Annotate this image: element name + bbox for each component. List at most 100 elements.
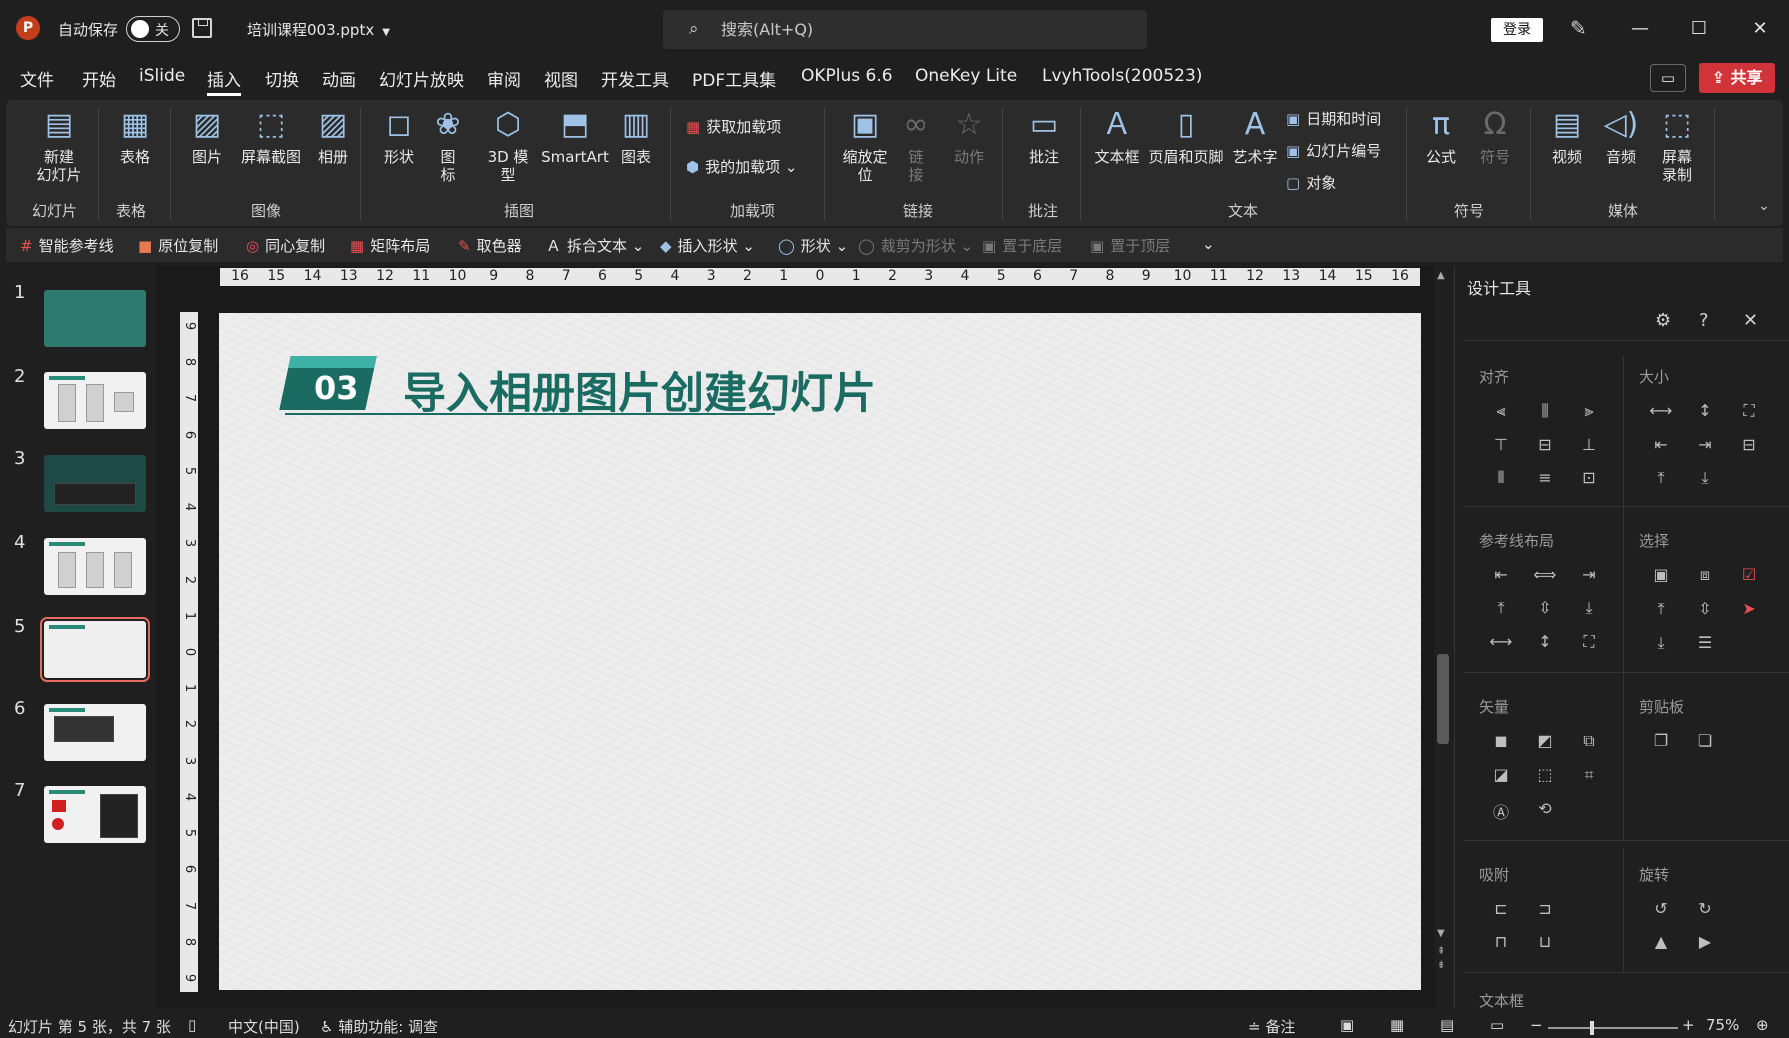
symbol-button[interactable]: Ω 符号 bbox=[1470, 106, 1520, 166]
shape-quick-button[interactable]: ◯ 形状 ⌄ bbox=[778, 235, 848, 256]
select-same-icon[interactable]: ⧈ bbox=[1683, 565, 1727, 585]
get-addins-button[interactable]: ▦ 获取加载项 bbox=[686, 116, 781, 137]
slide-scrollbar[interactable]: ▲ ▼ ⇞ ⇟ bbox=[1434, 266, 1452, 971]
notes-button[interactable]: ≐ 备注 bbox=[1248, 1016, 1295, 1037]
guide-left-icon[interactable]: ⇤ bbox=[1479, 565, 1523, 584]
slide-title[interactable]: 导入相册图片创建幻灯片 bbox=[403, 359, 876, 421]
smartart-button[interactable]: ⬒ SmartArt bbox=[540, 106, 610, 166]
copy-format-icon[interactable]: ❐ bbox=[1639, 731, 1683, 750]
concentric-copy-button[interactable]: ◎ 同心复制 bbox=[246, 235, 325, 256]
snap-bottom-icon[interactable]: ⊔ bbox=[1523, 932, 1567, 951]
login-button[interactable]: 登录 bbox=[1491, 18, 1543, 42]
file-name-dropdown[interactable]: 培训课程003.pptx ▼ bbox=[247, 19, 390, 40]
settings-icon[interactable]: ⚙ bbox=[1655, 310, 1671, 331]
equation-button[interactable]: π 公式 bbox=[1416, 106, 1466, 166]
audio-button[interactable]: ◁) 音频 bbox=[1596, 106, 1646, 166]
text-to-shape-icon[interactable]: Ⓐ bbox=[1479, 799, 1523, 823]
select-bottom-icon[interactable]: ⤓ bbox=[1639, 633, 1683, 653]
align-middle-icon[interactable]: ⊟ bbox=[1523, 435, 1567, 454]
fit-width-icon[interactable]: ⊟ bbox=[1727, 435, 1771, 454]
header-footer-button[interactable]: ▯ 页眉和页脚 bbox=[1146, 106, 1226, 166]
zoom-button[interactable]: ▣ 缩放定 位 bbox=[836, 106, 894, 184]
matrix-layout-button[interactable]: ▦ 矩阵布局 bbox=[350, 235, 430, 256]
slide-thumbnail-2[interactable] bbox=[44, 372, 146, 429]
zoom-slider-thumb[interactable] bbox=[1590, 1021, 1594, 1035]
close-icon[interactable]: ✕ bbox=[1745, 14, 1775, 44]
zoom-slider[interactable] bbox=[1548, 1027, 1678, 1029]
extend-bottom-icon[interactable]: ⤓ bbox=[1683, 468, 1727, 488]
slideshow-view-icon[interactable]: ▭ bbox=[1490, 1016, 1504, 1034]
slide-number-button[interactable]: ▣ 幻灯片编号 bbox=[1286, 140, 1381, 161]
guide-fill-icon[interactable]: ⛶ bbox=[1567, 632, 1611, 652]
menu-home[interactable]: 开始 bbox=[82, 66, 116, 91]
menu-transitions[interactable]: 切换 bbox=[265, 66, 299, 91]
menu-islide[interactable]: iSlide bbox=[139, 66, 185, 86]
date-time-button[interactable]: ▣ 日期和时间 bbox=[1286, 108, 1381, 129]
slide-thumbnail-1[interactable] bbox=[44, 290, 146, 347]
3d-model-button[interactable]: ⬡ 3D 模 型 bbox=[478, 106, 538, 184]
menu-lvyhtools[interactable]: LvyhTools(200523) bbox=[1042, 66, 1202, 86]
snap-right-icon[interactable]: ⊐ bbox=[1523, 899, 1567, 918]
crop-to-shape-button[interactable]: ◯ 裁剪为形状 ⌄ bbox=[858, 235, 973, 256]
chart-button[interactable]: ▥ 图表 bbox=[612, 106, 660, 166]
guide-right-icon[interactable]: ⇥ bbox=[1567, 565, 1611, 584]
same-height-icon[interactable]: ↕ bbox=[1683, 401, 1727, 421]
video-button[interactable]: ▤ 视频 bbox=[1542, 106, 1592, 166]
action-button[interactable]: ☆ 动作 bbox=[946, 106, 992, 166]
ribbon-collapse-icon[interactable]: ⌄ bbox=[1758, 198, 1770, 214]
maximize-icon[interactable]: ☐ bbox=[1684, 14, 1714, 44]
menu-animations[interactable]: 动画 bbox=[322, 66, 356, 91]
picture-button[interactable]: ▨ 图片 bbox=[182, 106, 232, 166]
search-box[interactable]: ⌕ bbox=[663, 10, 1147, 49]
color-picker-button[interactable]: ✎ 取色器 bbox=[458, 235, 522, 256]
paste-format-icon[interactable]: ❏ bbox=[1683, 731, 1727, 750]
help-icon[interactable]: ? bbox=[1699, 310, 1709, 331]
same-size-icon[interactable]: ⛶ bbox=[1727, 401, 1771, 421]
zoom-out-icon[interactable]: − bbox=[1530, 1016, 1543, 1034]
save-icon[interactable] bbox=[192, 18, 212, 38]
edit-points-icon[interactable]: ⌗ bbox=[1567, 765, 1611, 785]
distribute-h-icon[interactable]: ⦀ bbox=[1479, 468, 1523, 488]
icon-button[interactable]: ❀ 图 标 bbox=[428, 106, 468, 184]
slide-thumbnail-3[interactable] bbox=[44, 455, 146, 512]
slide-sorter-icon[interactable]: ▦ bbox=[1390, 1016, 1404, 1034]
prev-slide-icon[interactable]: ⇞ bbox=[1437, 946, 1445, 957]
align-top-icon[interactable]: ⊤ bbox=[1479, 435, 1523, 454]
object-button[interactable]: ▢ 对象 bbox=[1286, 172, 1336, 193]
slide-thumbnail-5[interactable] bbox=[40, 617, 150, 682]
bring-to-front-button[interactable]: ▣ 置于顶层 bbox=[1090, 235, 1170, 256]
extend-top-icon[interactable]: ⤒ bbox=[1639, 468, 1683, 488]
search-input[interactable] bbox=[721, 16, 1121, 42]
same-width-icon[interactable]: ⟷ bbox=[1639, 401, 1683, 421]
guide-width-icon[interactable]: ⟷ bbox=[1479, 632, 1523, 652]
autosave-toggle[interactable]: 关 bbox=[126, 16, 180, 42]
align-right-icon[interactable]: ⫸ bbox=[1567, 401, 1611, 421]
select-check-icon[interactable]: ☑ bbox=[1727, 565, 1771, 585]
scroll-up-icon[interactable]: ▲ bbox=[1437, 270, 1445, 281]
new-slide-button[interactable]: ▤ 新建 幻灯片 bbox=[24, 106, 94, 184]
guide-center-icon[interactable]: ⟺ bbox=[1523, 565, 1567, 584]
slide-thumbnail-4[interactable] bbox=[44, 538, 146, 595]
extend-left-icon[interactable]: ⇤ bbox=[1639, 435, 1683, 454]
split-text-button[interactable]: Ａ 拆合文本 ⌄ bbox=[546, 235, 644, 256]
slide-thumbnail-6[interactable] bbox=[44, 704, 146, 761]
subtract-icon[interactable]: ⬚ bbox=[1523, 765, 1567, 785]
next-slide-icon[interactable]: ⇟ bbox=[1437, 960, 1445, 971]
menu-review[interactable]: 审阅 bbox=[487, 66, 521, 91]
align-slide-icon[interactable]: ⊡ bbox=[1567, 468, 1611, 488]
snap-left-icon[interactable]: ⊏ bbox=[1479, 899, 1523, 918]
fit-to-window-icon[interactable]: ⊕ bbox=[1756, 1016, 1769, 1034]
pen-icon[interactable]: ✎ bbox=[1570, 16, 1587, 40]
scrollbar-thumb[interactable] bbox=[1437, 654, 1449, 744]
scroll-down-icon[interactable]: ▼ bbox=[1437, 928, 1445, 939]
minimize-icon[interactable]: — bbox=[1625, 14, 1655, 44]
smart-guides-button[interactable]: # 智能参考线 bbox=[20, 235, 114, 256]
shape-button[interactable]: ◻ 形状 bbox=[374, 106, 424, 166]
snap-top-icon[interactable]: ⊓ bbox=[1479, 932, 1523, 951]
wordart-button[interactable]: A 艺术字 bbox=[1228, 106, 1282, 166]
menu-onekey[interactable]: OneKey Lite bbox=[915, 66, 1017, 86]
reading-view-icon[interactable]: ▤ bbox=[1440, 1016, 1454, 1034]
select-middle-icon[interactable]: ⇳ bbox=[1683, 599, 1727, 619]
table-button[interactable]: ▦ 表格 bbox=[110, 106, 160, 166]
menu-view[interactable]: 视图 bbox=[544, 66, 578, 91]
